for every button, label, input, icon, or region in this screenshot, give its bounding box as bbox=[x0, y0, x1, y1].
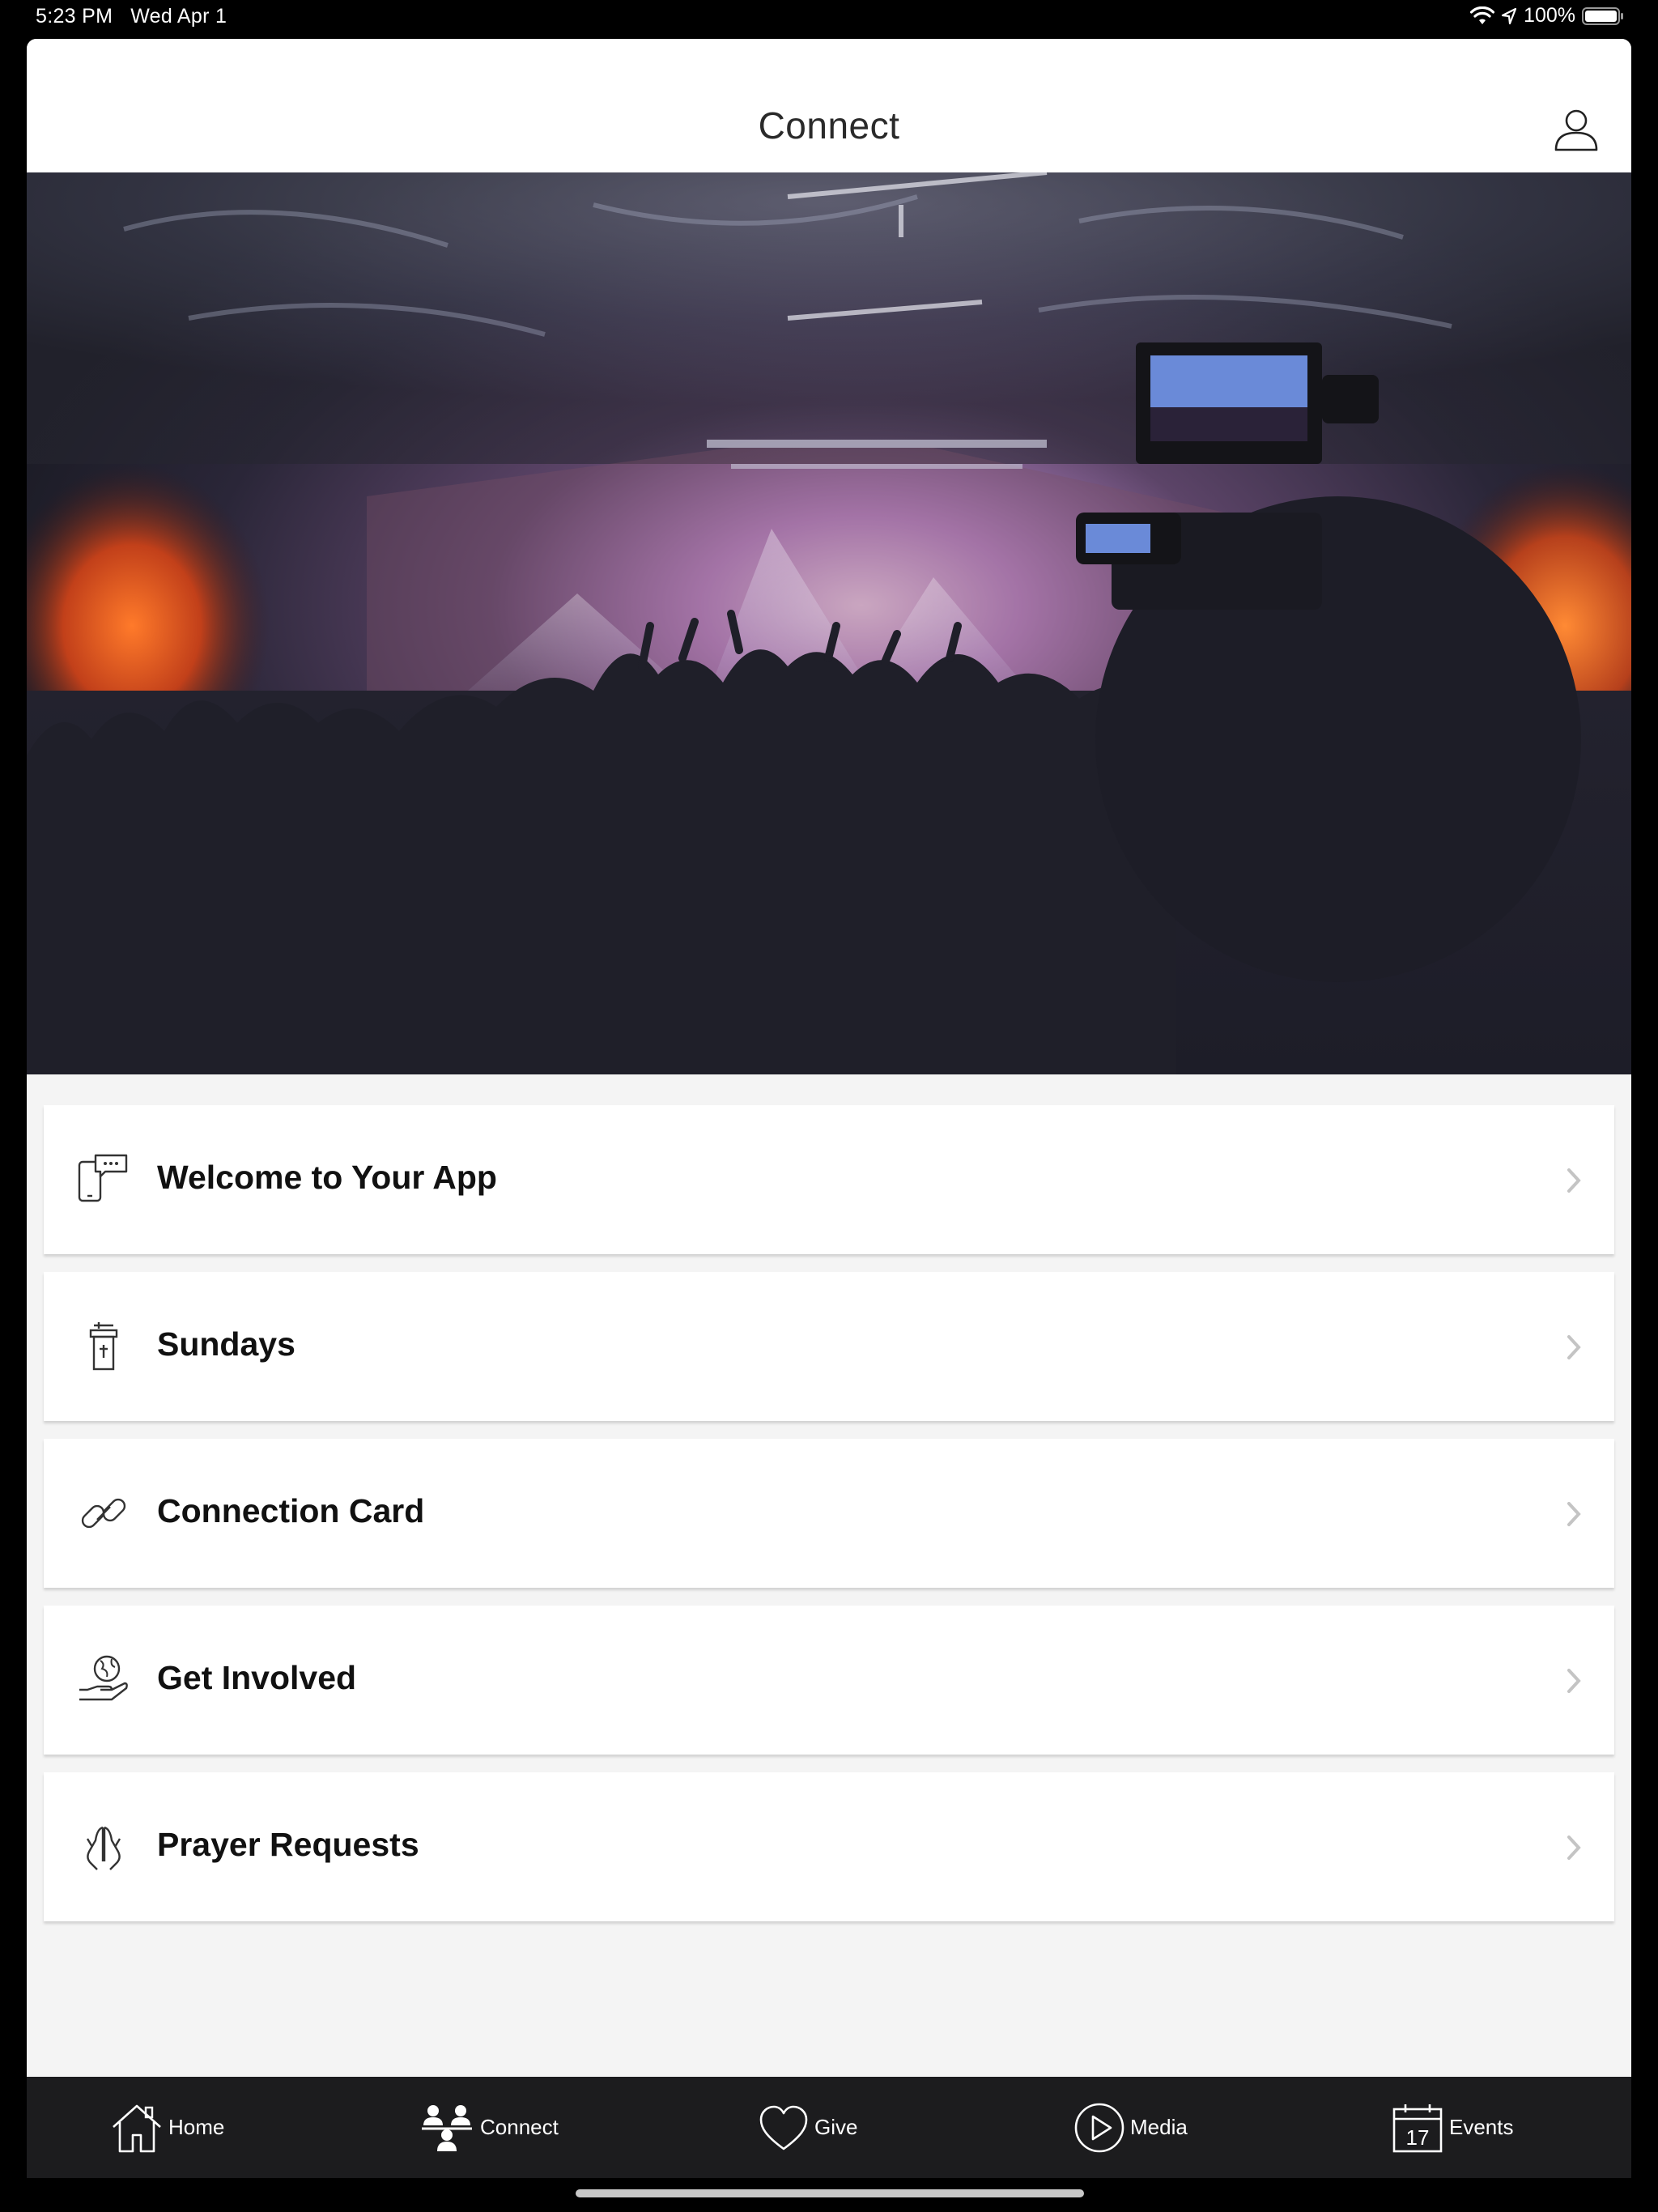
app-window: Connect Welcome to Your App Sundays Conn… bbox=[27, 39, 1631, 2178]
menu-item-label: Welcome to Your App bbox=[157, 1159, 497, 1196]
menu-item-label: Connection Card bbox=[157, 1492, 425, 1529]
location-icon bbox=[1501, 7, 1517, 24]
status-time-date: 5:23 PM Wed Apr 1 bbox=[36, 5, 227, 28]
menu-item-label: Prayer Requests bbox=[157, 1826, 419, 1863]
menu-item-welcome[interactable]: Welcome to Your App bbox=[44, 1105, 1614, 1254]
menu-item-get-involved[interactable]: Get Involved bbox=[44, 1606, 1614, 1755]
pulpit-icon bbox=[89, 1322, 118, 1371]
tab-label: Connect bbox=[480, 2115, 559, 2139]
status-bar: 5:23 PM Wed Apr 1 100% bbox=[0, 0, 1658, 36]
menu-item-label: Get Involved bbox=[157, 1659, 357, 1696]
status-indicators: 100% bbox=[1470, 4, 1624, 28]
tab-label: Home bbox=[168, 2115, 225, 2139]
people-icon bbox=[422, 2104, 472, 2151]
tab-label: Media bbox=[1130, 2115, 1188, 2139]
menu-item-connection-card[interactable]: Connection Card bbox=[44, 1439, 1614, 1588]
praying-hands-icon bbox=[86, 1826, 121, 1870]
chevron-right-icon bbox=[1567, 1502, 1581, 1526]
calendar-day-number: 17 bbox=[1406, 2125, 1430, 2150]
menu-list: Welcome to Your App Sundays Connection C… bbox=[44, 1105, 1614, 1939]
nav-bar: Connect bbox=[27, 39, 1631, 172]
chevron-right-icon bbox=[1567, 1335, 1581, 1359]
tab-events[interactable]: 17 Events bbox=[1391, 2077, 1514, 2178]
tab-bar: Home Connect Give Media 17 Events bbox=[27, 2077, 1631, 2178]
user-profile-icon[interactable] bbox=[1554, 107, 1599, 152]
play-icon bbox=[1074, 2103, 1124, 2152]
chevron-right-icon bbox=[1567, 1168, 1581, 1193]
menu-item-label: Sundays bbox=[157, 1325, 295, 1363]
battery-percent: 100% bbox=[1524, 4, 1575, 27]
status-time: 5:23 PM bbox=[36, 5, 113, 28]
tab-give[interactable]: Give bbox=[758, 2077, 857, 2178]
globe-hand-icon bbox=[79, 1655, 128, 1701]
menu-item-sundays[interactable]: Sundays bbox=[44, 1272, 1614, 1421]
home-indicator[interactable] bbox=[576, 2189, 1084, 2197]
concert-photo bbox=[27, 172, 1631, 1074]
battery-icon bbox=[1582, 6, 1623, 25]
link-icon bbox=[81, 1498, 126, 1529]
menu-item-prayer-requests[interactable]: Prayer Requests bbox=[44, 1772, 1614, 1921]
chevron-right-icon bbox=[1567, 1669, 1581, 1693]
chevron-right-icon bbox=[1567, 1836, 1581, 1860]
calendar-icon: 17 bbox=[1392, 2104, 1443, 2152]
heart-icon bbox=[759, 2105, 808, 2150]
tab-home[interactable]: Home bbox=[110, 2077, 224, 2178]
tab-connect[interactable]: Connect bbox=[419, 2077, 559, 2178]
status-date: Wed Apr 1 bbox=[130, 5, 227, 28]
tab-label: Events bbox=[1449, 2115, 1514, 2139]
wifi-icon bbox=[1470, 6, 1495, 24]
tab-media[interactable]: Media bbox=[1073, 2077, 1188, 2178]
tab-label: Give bbox=[814, 2115, 858, 2139]
home-icon bbox=[113, 2104, 161, 2152]
phone-chat-icon bbox=[78, 1154, 128, 1202]
page-title: Connect bbox=[758, 104, 900, 147]
hero-image bbox=[27, 172, 1631, 1074]
